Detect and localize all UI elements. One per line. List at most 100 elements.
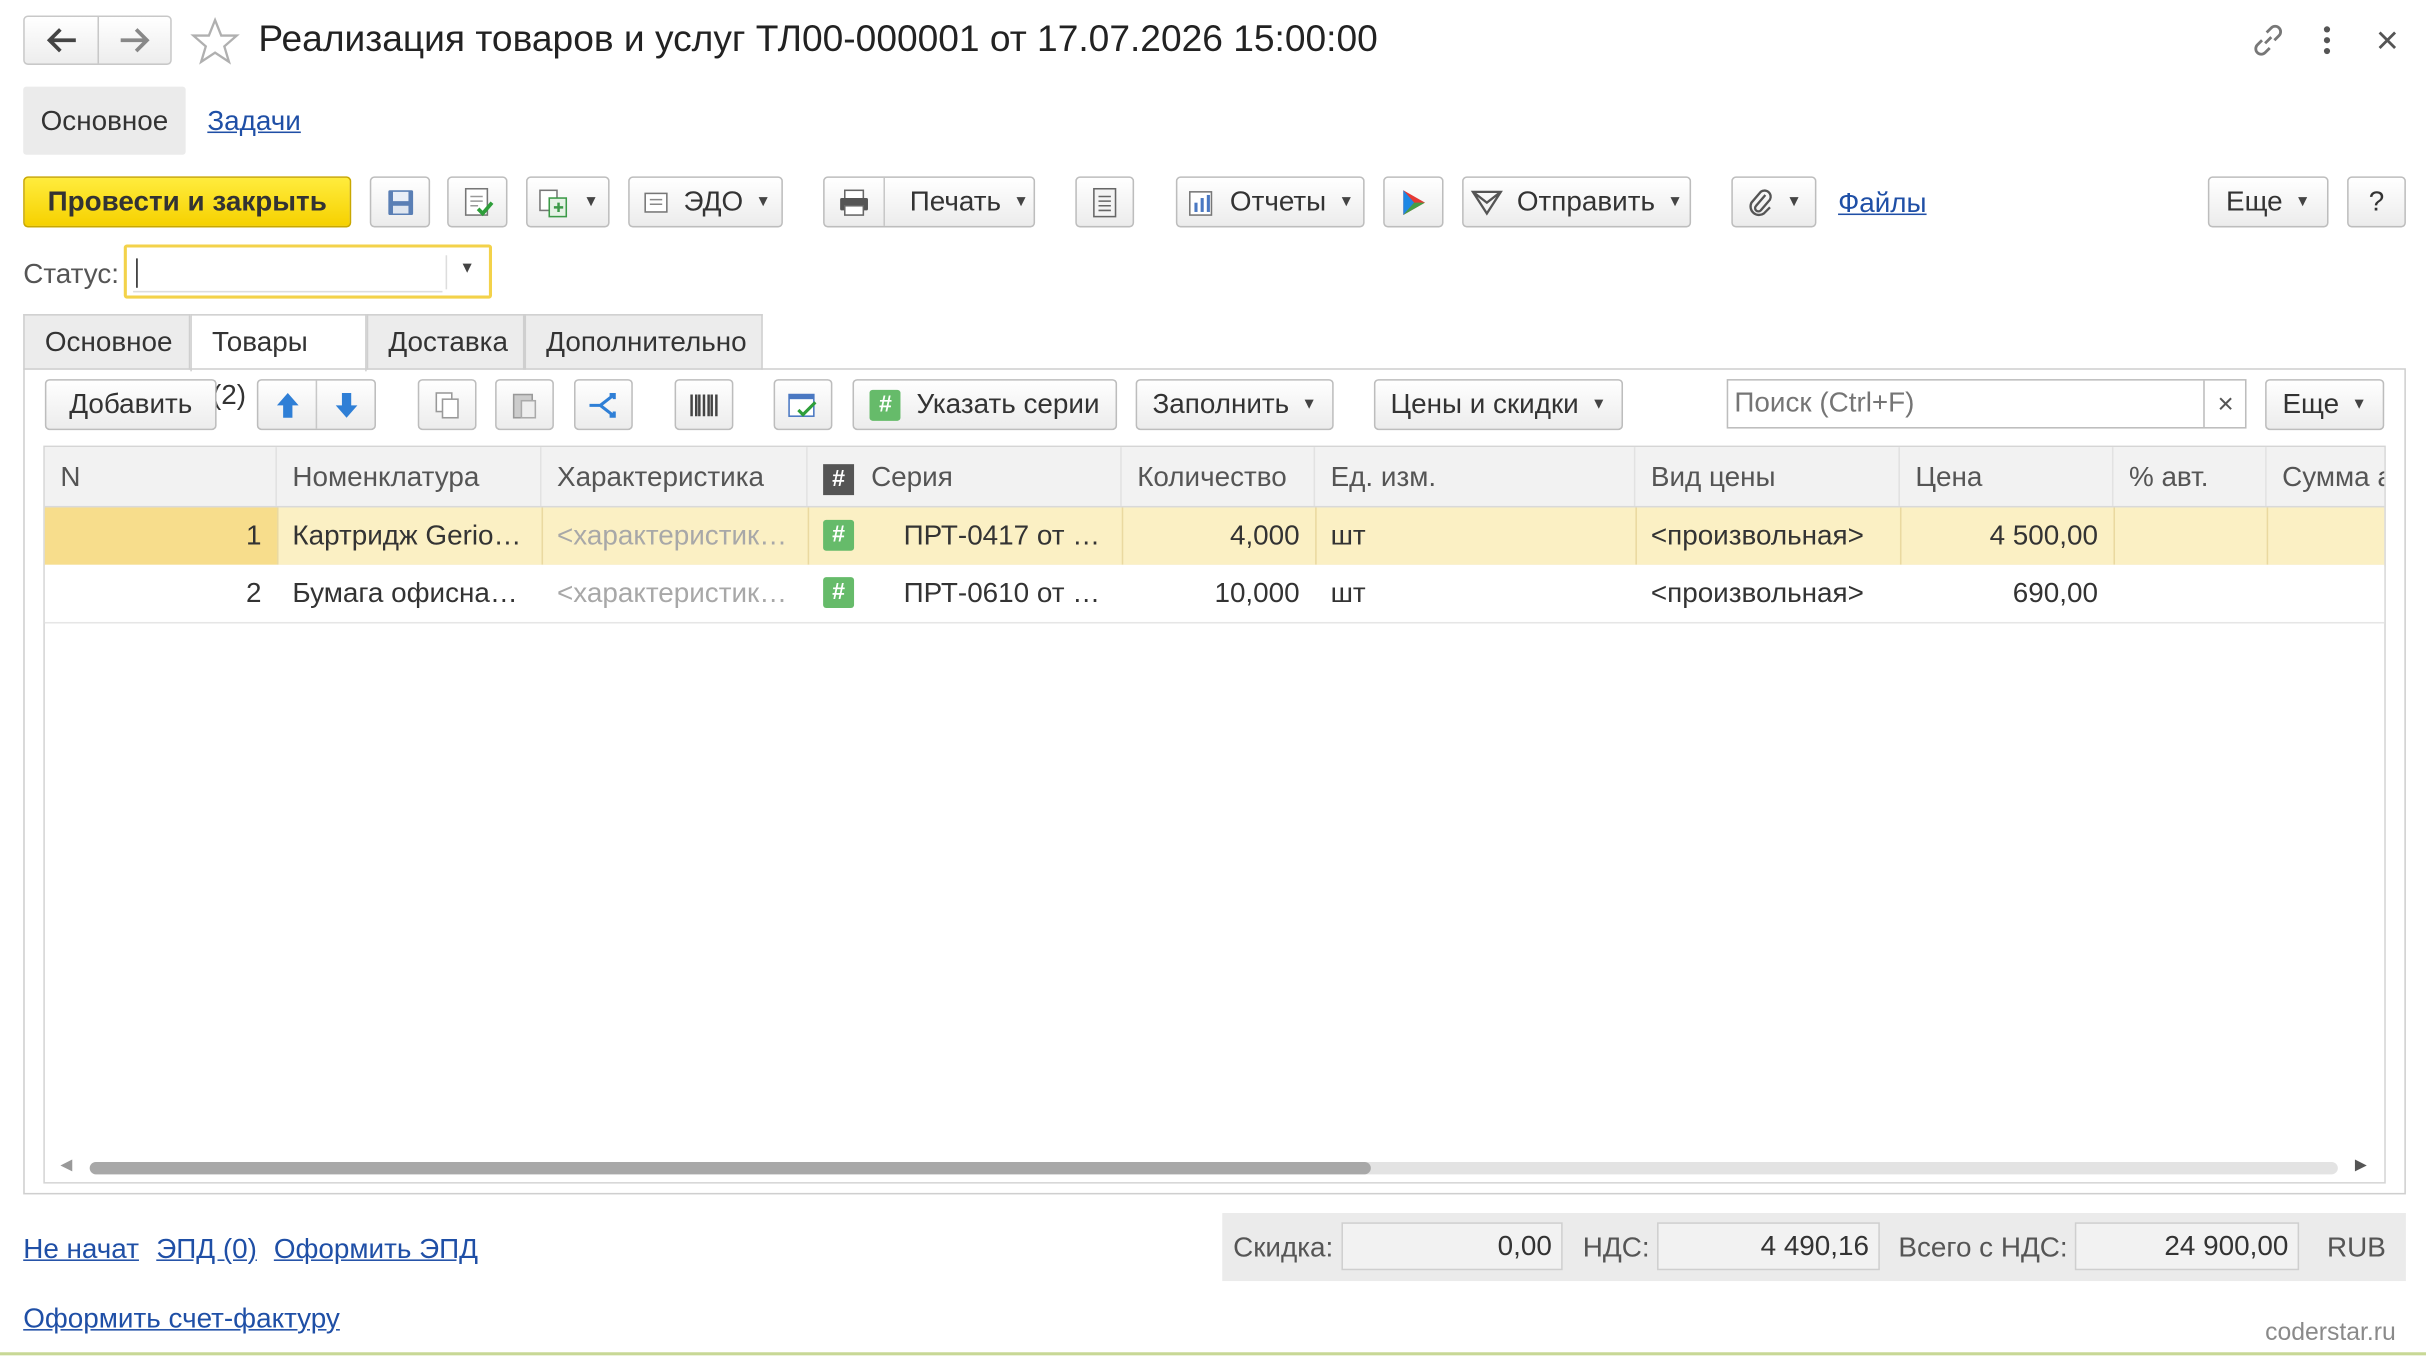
- cell-sum[interactable]: [2267, 507, 2385, 564]
- cell-price[interactable]: 4 500,00: [1900, 507, 2114, 564]
- add-button[interactable]: Добавить: [44, 379, 217, 431]
- epd-link[interactable]: ЭПД (0): [156, 1230, 257, 1267]
- tab-main[interactable]: Основное: [23, 314, 191, 370]
- send-label: Отправить: [1516, 185, 1655, 217]
- nav-back-forward: [23, 15, 172, 65]
- cell-quantity[interactable]: 4,000: [1122, 507, 1315, 564]
- make-epd-link[interactable]: Оформить ЭПД: [274, 1230, 478, 1267]
- col-header-characteristic[interactable]: Характеристика: [542, 447, 808, 506]
- cell-series[interactable]: ПРТ-0610 от …: [888, 565, 1122, 622]
- status-input[interactable]: [133, 252, 443, 293]
- paste-row-button[interactable]: [495, 379, 554, 431]
- split-row-button[interactable]: [574, 379, 633, 431]
- cell-quantity[interactable]: 10,000: [1122, 565, 1315, 622]
- chevron-down-icon: ▼: [2351, 396, 2367, 414]
- barcode-button[interactable]: [674, 379, 734, 431]
- scroll-left-icon[interactable]: ◀: [60, 1157, 72, 1174]
- not-started-link[interactable]: Не начат: [23, 1230, 139, 1267]
- edo-button[interactable]: ЭДО ▼: [628, 176, 783, 228]
- cell-item[interactable]: Бумага офисна…: [277, 565, 542, 622]
- col-header-auto-percent[interactable]: % авт.: [2113, 447, 2267, 506]
- col-header-n[interactable]: N: [45, 447, 277, 506]
- discount-label: Скидка:: [1233, 1231, 1334, 1263]
- floppy-disk-icon: [387, 189, 413, 215]
- col-header-price-type[interactable]: Вид цены: [1635, 447, 1900, 506]
- check-button[interactable]: [773, 379, 833, 431]
- prices-discounts-button[interactable]: Цены и скидки ▼: [1373, 379, 1624, 431]
- col-header-series[interactable]: Серия: [856, 447, 1122, 506]
- scroll-right-icon[interactable]: ▶: [2355, 1157, 2367, 1174]
- edo-label: ЭДО: [683, 185, 744, 217]
- move-up-button[interactable]: [258, 380, 318, 429]
- cell-sum[interactable]: [2267, 565, 2385, 622]
- files-link[interactable]: Файлы: [1838, 184, 1927, 221]
- copy-icon: [435, 391, 459, 418]
- attachments-button[interactable]: ▼: [1731, 176, 1817, 228]
- col-header-quantity[interactable]: Количество: [1122, 447, 1316, 506]
- print-button[interactable]: Печать ▼: [823, 176, 1036, 228]
- more-menu-icon[interactable]: [2318, 23, 2337, 57]
- save-button[interactable]: [369, 176, 431, 228]
- scroll-thumb[interactable]: [89, 1161, 1372, 1175]
- close-icon[interactable]: [2375, 28, 2400, 53]
- arrow-right-icon: [120, 28, 150, 53]
- post-and-close-button[interactable]: Провести и закрыть: [23, 176, 352, 228]
- cell-characteristic[interactable]: <характеристик…: [542, 507, 808, 564]
- tab-goods[interactable]: Товары (2): [190, 314, 367, 410]
- favorite-star-icon[interactable]: [190, 17, 240, 65]
- column-separator: [807, 507, 810, 565]
- search-box: ×: [1726, 379, 2247, 429]
- fill-button[interactable]: Заполнить ▼: [1135, 379, 1334, 431]
- back-button[interactable]: [25, 17, 100, 64]
- col-header-sum[interactable]: Сумма а: [2267, 447, 2384, 506]
- tab-delivery[interactable]: Доставка: [366, 314, 525, 370]
- horizontal-scrollbar[interactable]: ◀ ▶: [46, 1156, 2382, 1181]
- send-to-service-button[interactable]: [1383, 176, 1444, 228]
- document-structure-button[interactable]: [1075, 176, 1135, 228]
- currency-label: RUB: [2326, 1231, 2386, 1263]
- search-clear-button[interactable]: ×: [2203, 380, 2246, 428]
- help-button[interactable]: ?: [2347, 176, 2406, 228]
- cell-unit[interactable]: шт: [1315, 507, 1635, 564]
- specify-series-button[interactable]: # Указать серии: [852, 379, 1118, 431]
- status-field[interactable]: ▼: [123, 244, 493, 299]
- create-based-on-button[interactable]: ▼: [526, 176, 610, 228]
- text-cursor: [136, 258, 138, 288]
- nav-tasks[interactable]: Задачи: [207, 102, 301, 139]
- tab-additional[interactable]: Дополнительно: [524, 314, 763, 370]
- search-input[interactable]: [1728, 380, 2205, 424]
- link-icon[interactable]: [2251, 23, 2285, 57]
- make-invoice-link[interactable]: Оформить счет-фактуру: [23, 1300, 340, 1337]
- split-icon: [589, 392, 616, 417]
- more-button[interactable]: Еще ▼: [2207, 176, 2329, 228]
- nav-main[interactable]: Основное: [23, 86, 186, 155]
- checklist-icon: [788, 392, 817, 417]
- post-button[interactable]: [447, 176, 508, 228]
- col-header-unit[interactable]: Ед. изм.: [1315, 447, 1636, 506]
- reports-icon: [1188, 190, 1213, 216]
- cell-auto-percent[interactable]: [2113, 565, 2266, 622]
- col-header-item[interactable]: Номенклатура: [277, 447, 542, 506]
- reports-button[interactable]: Отчеты ▼: [1175, 176, 1365, 228]
- cell-series[interactable]: ПРТ-0417 от …: [888, 507, 1122, 564]
- cell-characteristic[interactable]: <характеристик…: [542, 565, 808, 622]
- forward-button[interactable]: [99, 17, 170, 63]
- chevron-down-icon[interactable]: ▼: [460, 260, 475, 277]
- cell-auto-percent[interactable]: [2113, 507, 2266, 564]
- scroll-track[interactable]: [89, 1161, 2338, 1175]
- move-down-button[interactable]: [317, 381, 374, 429]
- print-label: Печать: [909, 185, 1001, 217]
- cell-unit[interactable]: шт: [1315, 565, 1635, 622]
- cell-item[interactable]: Картридж Gerio…: [277, 507, 542, 564]
- goods-more-button[interactable]: Еще ▼: [2265, 379, 2385, 431]
- send-button[interactable]: Отправить ▼: [1462, 176, 1692, 228]
- copy-row-button[interactable]: [417, 379, 477, 431]
- prices-discounts-label: Цены и скидки: [1390, 388, 1579, 420]
- edo-icon: [644, 191, 668, 212]
- barcode-icon: [690, 393, 718, 416]
- cell-price-type[interactable]: <произвольная>: [1635, 507, 1900, 564]
- chevron-down-icon: ▼: [1013, 193, 1029, 211]
- cell-price[interactable]: 690,00: [1900, 565, 2114, 622]
- col-header-price[interactable]: Цена: [1900, 447, 2114, 506]
- cell-price-type[interactable]: <произвольная>: [1635, 565, 1900, 622]
